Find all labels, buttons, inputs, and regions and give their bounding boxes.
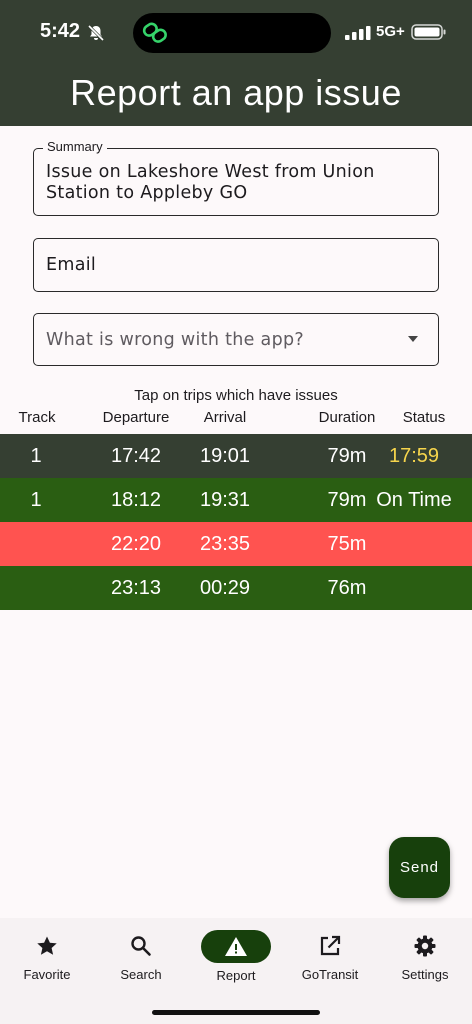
cellular-signal-icon: [345, 26, 371, 40]
nav-item-favorite[interactable]: Favorite: [0, 930, 94, 982]
trip-arrival: 00:29: [199, 577, 251, 599]
trip-departure: 23:13: [110, 577, 162, 599]
status-time: 5:42: [40, 20, 81, 42]
nav-label-settings: Settings: [401, 967, 449, 982]
trip-arrival: 19:01: [199, 445, 251, 467]
trip-arrival: 19:31: [199, 489, 251, 511]
trip-row[interactable]: 1 17:42 19:01 79m 17:59: [0, 434, 472, 478]
column-header-track: Track: [18, 409, 56, 426]
trips-hint: Tap on trips which have issues: [134, 387, 338, 404]
gear-icon: [414, 935, 436, 957]
trip-status: 17:59: [388, 445, 440, 467]
column-header-duration: Duration: [318, 409, 376, 426]
email-field[interactable]: Email: [33, 238, 439, 292]
silent-bell-icon: [87, 24, 105, 42]
page-title: Report an app issue: [70, 72, 402, 113]
nav-label-report: Report: [216, 968, 256, 983]
trip-departure: 18:12: [110, 489, 162, 511]
search-icon: [131, 936, 151, 956]
nav-label-favorite: Favorite: [23, 967, 71, 982]
summary-value[interactable]: Issue on Lakeshore West from Union Stati…: [46, 162, 426, 204]
trip-row[interactable]: 22:20 23:35 75m: [0, 522, 472, 566]
column-header-arrival: Arrival: [203, 409, 247, 426]
nav-active-indicator: [201, 930, 271, 963]
link-app-icon: [142, 22, 167, 43]
warning-icon: [225, 936, 247, 956]
network-type: 5G+: [376, 23, 405, 40]
issue-select-placeholder: What is wrong with the app?: [46, 330, 304, 350]
star-icon: [37, 936, 57, 955]
column-header-status: Status: [402, 409, 446, 426]
issue-type-select[interactable]: What is wrong with the app?: [33, 313, 439, 366]
nav-label-gotransit: GoTransit: [301, 967, 359, 982]
app-header: 5:42 5G+ Report an app issue: [0, 0, 472, 126]
trip-row[interactable]: 1 18:12 19:31 79m On Time: [0, 478, 472, 522]
nav-item-search[interactable]: Search: [94, 930, 188, 982]
nav-item-report[interactable]: Report: [189, 930, 283, 983]
trip-track: 1: [30, 445, 42, 467]
trip-arrival: 23:35: [199, 533, 251, 555]
column-header-departure: Departure: [102, 409, 170, 426]
bottom-navigation: Favorite Search Report GoTransit Setting…: [0, 918, 472, 1024]
summary-label: Summary: [43, 139, 107, 154]
battery-icon: [411, 24, 446, 40]
trip-row[interactable]: 23:13 00:29 76m: [0, 566, 472, 610]
open-external-icon: [320, 935, 341, 956]
trip-duration: 75m: [327, 533, 367, 555]
nav-item-gotransit[interactable]: GoTransit: [283, 930, 377, 982]
home-indicator: [152, 1010, 320, 1015]
trip-duration: 76m: [327, 577, 367, 599]
trips-table-header: Track Departure Arrival Duration Status: [0, 409, 472, 429]
trip-departure: 22:20: [110, 533, 162, 555]
trip-departure: 17:42: [110, 445, 162, 467]
dynamic-island: [133, 13, 331, 53]
summary-field[interactable]: Summary Issue on Lakeshore West from Uni…: [33, 139, 439, 216]
send-button[interactable]: Send: [389, 837, 450, 898]
nav-item-settings[interactable]: Settings: [378, 930, 472, 982]
email-placeholder: Email: [46, 255, 97, 275]
trip-status: On Time: [376, 489, 452, 511]
status-bar: 5:42 5G+: [0, 0, 472, 62]
trip-track: 1: [30, 489, 42, 511]
dropdown-arrow-icon: [408, 336, 418, 342]
nav-label-search: Search: [120, 967, 162, 982]
